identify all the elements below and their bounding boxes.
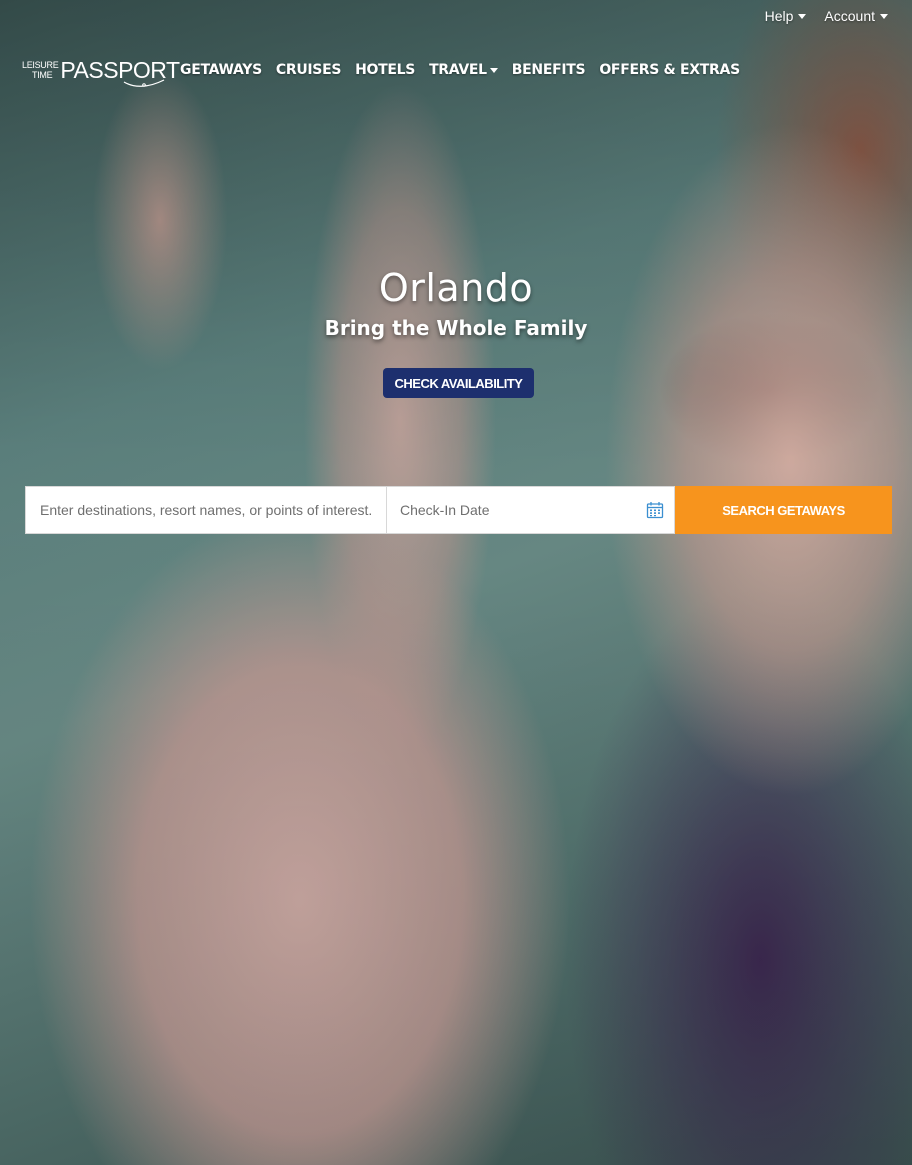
nav-getaways-label: GETAWAYS (180, 62, 262, 78)
nav-hotels-label: HOTELS (355, 62, 416, 78)
chevron-down-icon (798, 13, 807, 19)
hero-text: Orlando Bring the Whole Family (0, 266, 912, 340)
search-bar: SEARCH GETAWAYS (25, 486, 892, 534)
calendar-icon[interactable] (646, 501, 664, 519)
hero-overlay (0, 0, 912, 1165)
check-availability-button[interactable]: CHECK AVAILABILITY (383, 368, 534, 398)
checkin-date-field[interactable] (387, 486, 675, 534)
search-getaways-button[interactable]: SEARCH GETAWAYS (675, 486, 892, 534)
hero-subtitle: Bring the Whole Family (324, 316, 588, 340)
help-menu[interactable]: Help (765, 8, 807, 24)
nav-benefits-label: BENEFITS (511, 62, 586, 78)
help-label: Help (764, 8, 794, 24)
account-menu[interactable]: Account (824, 8, 888, 24)
logo-swirl-icon (123, 79, 165, 87)
chevron-down-icon (880, 13, 888, 19)
nav-links: GETAWAYS CRUISES HOTELS TRAVEL BENEFITS … (180, 62, 740, 78)
nav-travel-label: TRAVEL (429, 62, 487, 78)
utility-nav: Help Account (765, 8, 888, 24)
nav-offers-extras[interactable]: OFFERS & EXTRAS (599, 62, 740, 78)
hero-title: Orlando (378, 266, 534, 310)
logo-line-1: LEISURE (22, 60, 59, 70)
logo-line-2: TIME (32, 70, 53, 80)
main-nav: LEISURE TIME PASSPORT GETAWAYS CRUISES H… (22, 52, 740, 88)
nav-getaways[interactable]: GETAWAYS (180, 62, 262, 78)
logo-small-text: LEISURE TIME (22, 60, 59, 80)
destination-search-input[interactable] (25, 486, 387, 534)
checkin-date-input[interactable] (400, 502, 620, 518)
chevron-down-icon (489, 67, 498, 73)
site-logo[interactable]: LEISURE TIME PASSPORT (22, 52, 180, 88)
nav-cruises[interactable]: CRUISES (275, 62, 342, 78)
nav-travel[interactable]: TRAVEL (429, 62, 498, 78)
nav-benefits[interactable]: BENEFITS (512, 62, 586, 78)
nav-cruises-label: CRUISES (275, 62, 342, 78)
nav-hotels[interactable]: HOTELS (355, 62, 415, 78)
account-label: Account (824, 8, 875, 24)
nav-offers-label: OFFERS & EXTRAS (599, 62, 740, 78)
